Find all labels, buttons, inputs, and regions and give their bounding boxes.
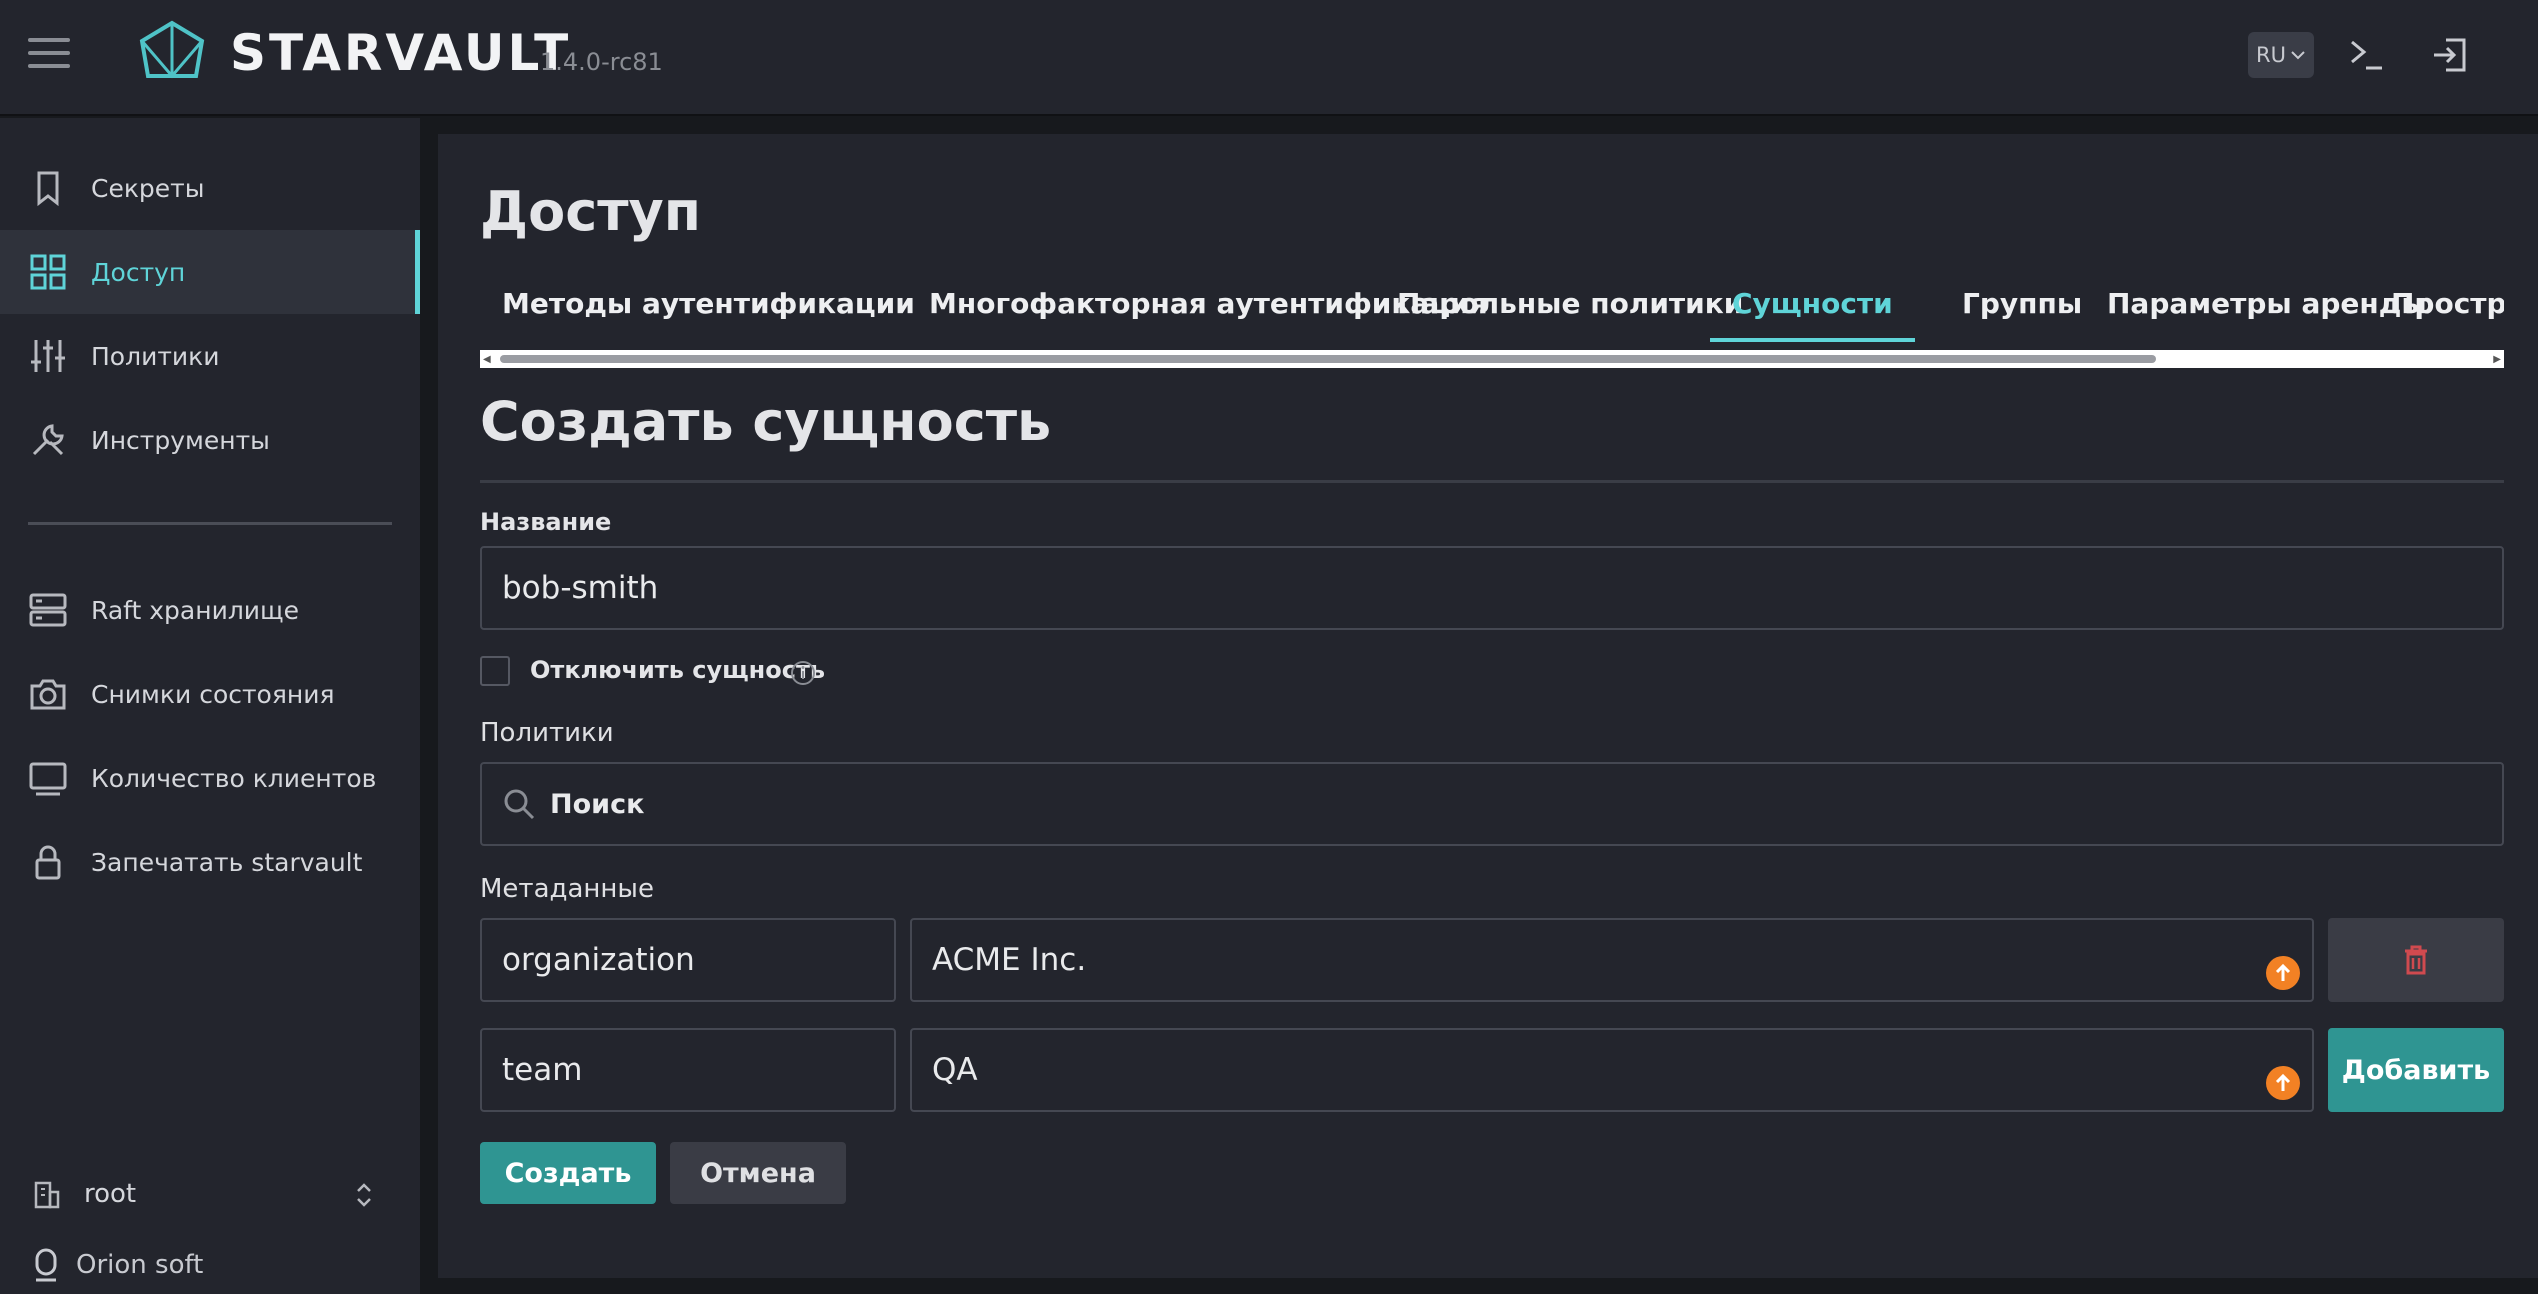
info-icon[interactable] bbox=[790, 660, 816, 686]
policies-search-input[interactable]: Поиск bbox=[480, 762, 2504, 846]
menu-icon[interactable] bbox=[28, 38, 70, 72]
tab-groups[interactable]: Группы bbox=[1940, 280, 2104, 342]
tab-entities[interactable]: Сущности bbox=[1710, 280, 1915, 342]
sidebar-item-label: Запечатать starvault bbox=[91, 847, 363, 877]
metadata-label: Метаданные bbox=[480, 874, 654, 904]
sidebar-item-raft-storage[interactable]: Raft хранилище bbox=[0, 568, 420, 652]
trash-icon bbox=[2405, 945, 2427, 975]
logo-icon bbox=[139, 20, 205, 79]
sidebar-item-label: Секреты bbox=[91, 173, 205, 203]
logout-icon[interactable] bbox=[2430, 34, 2472, 76]
sidebar-item-secrets[interactable]: Секреты bbox=[0, 146, 420, 230]
sidebar-item-seal[interactable]: Запечатать starvault bbox=[0, 820, 420, 904]
sidebar-item-label: Политики bbox=[91, 341, 220, 371]
grid-icon bbox=[30, 254, 66, 290]
sidebar-item-label: Инструменты bbox=[91, 425, 270, 455]
building-icon bbox=[34, 1181, 60, 1209]
cancel-button[interactable]: Отмена bbox=[670, 1142, 846, 1204]
upload-arrow-icon[interactable] bbox=[2266, 956, 2300, 990]
tab-namespaces[interactable]: Пространст bbox=[2369, 280, 2504, 342]
metadata-value-input[interactable]: ACME Inc. bbox=[910, 918, 2314, 1002]
app-version: 1.4.0-rc81 bbox=[540, 48, 663, 76]
disable-entity-checkbox[interactable] bbox=[480, 656, 510, 686]
search-placeholder: Поиск bbox=[550, 788, 645, 820]
sidebar: Секреты Доступ Политики Инструменты Raft… bbox=[0, 118, 420, 1294]
name-input[interactable]: bob-smith bbox=[480, 546, 2504, 630]
delete-metadata-button[interactable] bbox=[2328, 918, 2504, 1002]
language-value: RU bbox=[2256, 43, 2286, 67]
top-bar: STARVAULT 1.4.0-rc81 RU bbox=[0, 0, 2538, 116]
form-title: Создать сущность bbox=[480, 390, 1052, 453]
upload-arrow-icon[interactable] bbox=[2266, 1066, 2300, 1100]
scrollbar-thumb[interactable] bbox=[500, 355, 2156, 363]
sidebar-item-snapshots[interactable]: Снимки состояния bbox=[0, 652, 420, 736]
scroll-right-icon[interactable]: ▶ bbox=[2493, 354, 2501, 365]
scroll-left-icon[interactable]: ◀ bbox=[483, 354, 491, 365]
tab-scrollbar[interactable]: ◀ ▶ bbox=[480, 350, 2504, 368]
server-icon bbox=[29, 593, 67, 627]
main-content: Доступ Методы аутентификации Многофактор… bbox=[438, 134, 2538, 1278]
sidebar-item-tools[interactable]: Инструменты bbox=[0, 398, 420, 482]
namespace-picker[interactable]: root bbox=[28, 1172, 388, 1216]
create-button[interactable]: Создать bbox=[480, 1142, 656, 1204]
brand-name: Orion soft bbox=[76, 1250, 204, 1280]
chevron-down-icon bbox=[2291, 51, 2305, 60]
language-select[interactable]: RU bbox=[2248, 32, 2314, 78]
tab-auth-methods[interactable]: Методы аутентификации bbox=[480, 280, 937, 342]
app-name: STARVAULT bbox=[230, 24, 572, 82]
add-metadata-button[interactable]: Добавить bbox=[2328, 1028, 2504, 1112]
tab-password-policies[interactable]: Парольные политики bbox=[1375, 280, 1765, 342]
namespace-name: root bbox=[84, 1179, 137, 1209]
policies-label: Политики bbox=[480, 718, 614, 748]
sidebar-item-client-count[interactable]: Количество клиентов bbox=[0, 736, 420, 820]
search-icon bbox=[504, 789, 535, 820]
metadata-key-input[interactable]: team bbox=[480, 1028, 896, 1112]
monitor-icon bbox=[29, 762, 67, 796]
sidebar-divider bbox=[28, 522, 392, 525]
bookmark-icon bbox=[37, 171, 59, 207]
terminal-icon[interactable] bbox=[2346, 34, 2388, 76]
tab-bar: Методы аутентификации Многофакторная аут… bbox=[480, 280, 2504, 342]
chevron-up-down-icon bbox=[357, 1183, 371, 1207]
metadata-value-input[interactable]: QA bbox=[910, 1028, 2314, 1112]
sidebar-item-label: Raft хранилище bbox=[91, 595, 299, 625]
page-title: Доступ bbox=[480, 180, 702, 243]
sidebar-item-label: Снимки состояния bbox=[91, 679, 335, 709]
sidebar-item-label: Количество клиентов bbox=[91, 763, 377, 793]
section-divider bbox=[480, 480, 2504, 483]
sliders-icon bbox=[31, 340, 65, 372]
wrench-icon bbox=[32, 424, 64, 456]
sidebar-item-access[interactable]: Доступ bbox=[0, 230, 420, 314]
sidebar-item-policies[interactable]: Политики bbox=[0, 314, 420, 398]
orion-logo-icon bbox=[35, 1248, 57, 1282]
camera-icon bbox=[30, 679, 66, 710]
name-label: Название bbox=[480, 508, 612, 536]
disable-entity-label: Отключить сущность bbox=[530, 656, 826, 684]
brand-footer: Orion soft bbox=[32, 1245, 203, 1285]
metadata-key-input[interactable]: organization bbox=[480, 918, 896, 1002]
lock-icon bbox=[35, 845, 61, 880]
sidebar-item-label: Доступ bbox=[91, 257, 186, 287]
